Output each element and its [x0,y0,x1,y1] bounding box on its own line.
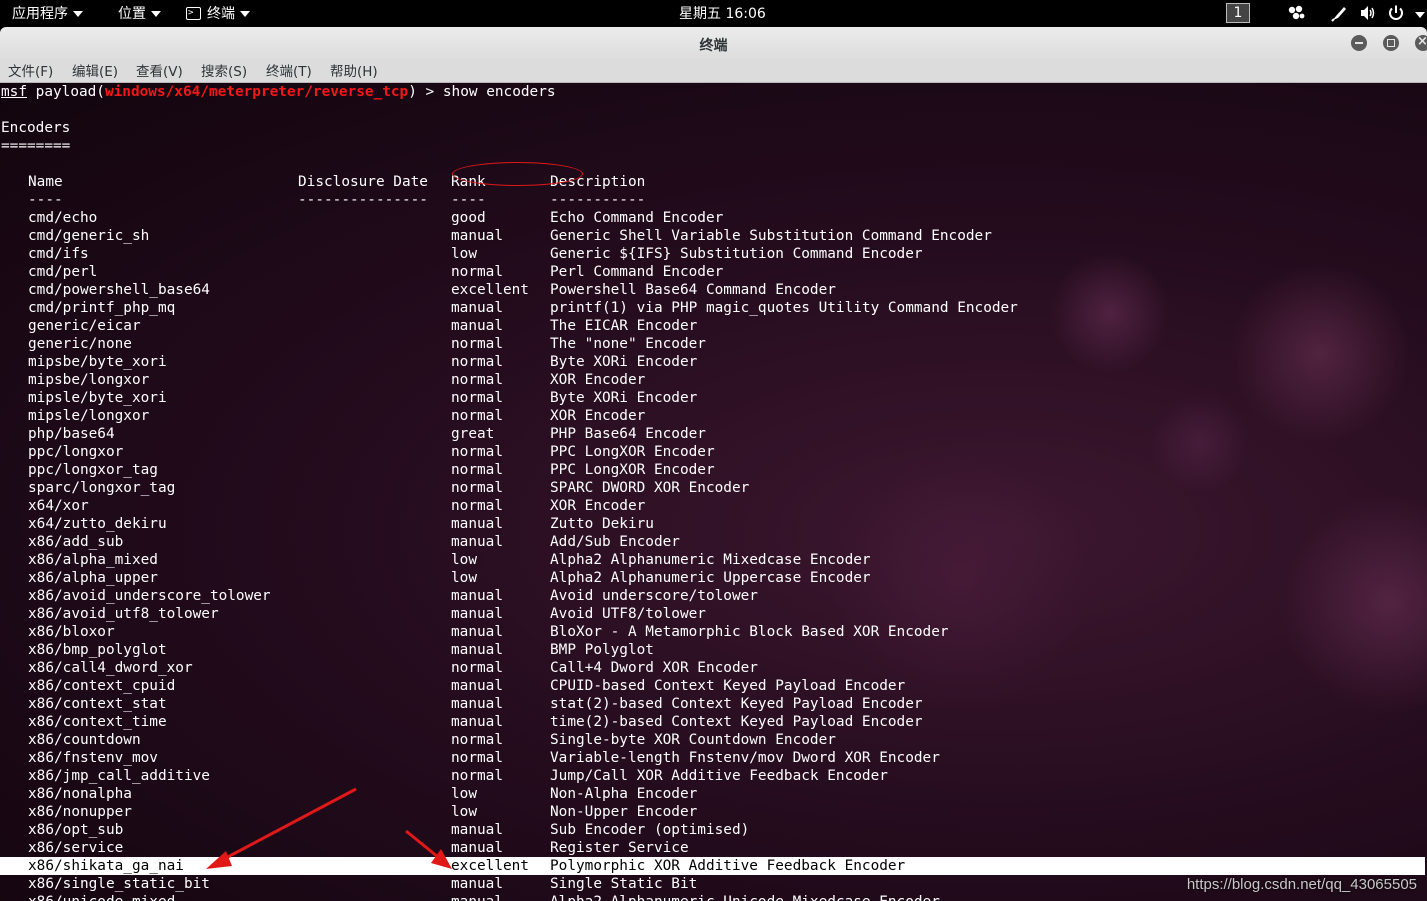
clock[interactable]: 星期五 16:06 [679,4,766,24]
workspace-indicator[interactable]: 1 [1226,3,1250,23]
window-titlebar[interactable]: 终端 × [0,27,1427,61]
chevron-down-icon [73,11,83,17]
close-button[interactable]: × [1415,34,1427,51]
applications-menu[interactable]: 应用程序 [12,4,83,24]
menu-file[interactable]: 文件(F) [8,63,53,81]
watermark: https://blog.csdn.net/qq_43065505 [1186,876,1417,893]
terminal-app-label: 终端 [207,6,235,22]
chevron-down-icon [151,11,161,17]
terminal-app-menu[interactable]: 终端 [186,3,250,24]
network-icon[interactable] [1287,4,1305,22]
close-icon: × [1417,34,1427,49]
pen-icon[interactable] [1331,4,1349,22]
minimize-button[interactable] [1351,35,1367,51]
chevron-down-icon [240,11,250,17]
arrow-to-rank [405,829,439,859]
maximize-button[interactable] [1383,35,1399,51]
arrow-head-name [206,851,232,869]
menu-help[interactable]: 帮助(H) [330,63,378,81]
annotation-arrows [206,787,452,869]
menu-terminal[interactable]: 终端(T) [266,63,312,81]
top-bar: 应用程序 位置 终端 星期五 16:06 1 [0,0,1427,27]
arrow-to-name [221,787,357,862]
power-icon[interactable] [1387,4,1405,22]
places-label: 位置 [118,6,146,22]
terminal-output[interactable]: msf payload(windows/x64/meterpreter/reve… [0,83,1427,901]
chevron-down-icon[interactable] [1415,12,1425,18]
window-title: 终端 [699,38,728,54]
volume-icon[interactable] [1359,4,1377,22]
menu-view[interactable]: 查看(V) [136,63,183,81]
menu-search[interactable]: 搜索(S) [201,63,247,81]
applications-label: 应用程序 [12,6,68,22]
menu-bar: 文件(F) 编辑(E) 查看(V) 搜索(S) 终端(T) 帮助(H) [0,61,1427,83]
places-menu[interactable]: 位置 [118,4,161,24]
terminal-icon [186,3,201,23]
menu-edit[interactable]: 编辑(E) [72,63,118,81]
